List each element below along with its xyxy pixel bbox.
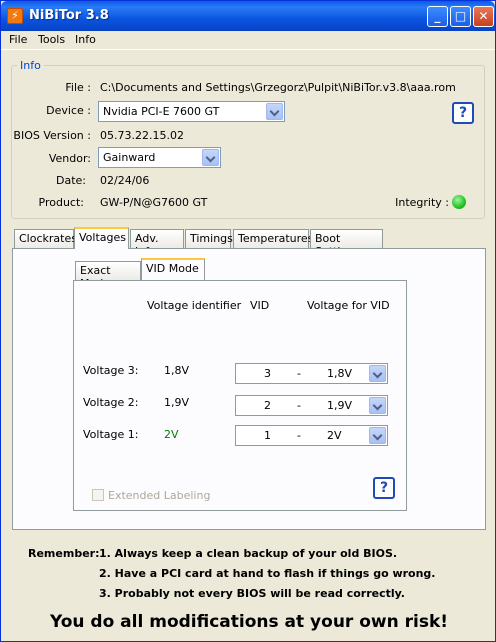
bios-version-value: 05.73.22.15.02 (100, 129, 184, 142)
minimize-button[interactable]: _ (427, 6, 448, 27)
info-group-label: Info (17, 59, 44, 72)
remember-label: Remember: (28, 547, 100, 560)
title-bar[interactable]: ⚡ NiBiTor 3.8 _ □ ✕ (1, 1, 495, 31)
tab-adv-info[interactable]: Adv. Info (130, 229, 184, 258)
bios-version-label: BIOS Version : (13, 129, 91, 142)
voltage-1-identifier: 2V (164, 428, 179, 441)
voltage-3-value: 1,8V (327, 367, 353, 380)
device-help-button[interactable]: ? (452, 102, 474, 124)
voltage-1-value: 2V (327, 429, 342, 442)
device-label: Device : (46, 104, 91, 117)
chevron-down-icon[interactable] (369, 397, 386, 414)
voltage-2-identifier: 1,9V (164, 396, 190, 409)
subtab-exact-mode[interactable]: Exact Mode (75, 261, 141, 290)
tab-temperatures[interactable]: Temperatures (233, 229, 313, 248)
close-button[interactable]: ✕ (473, 6, 494, 27)
voltage-2-value: 1,9V (327, 399, 353, 412)
tab-clockrates[interactable]: Clockrates (14, 229, 77, 248)
remember-note-1: 1. Always keep a clean backup of your ol… (99, 547, 398, 560)
voltage-help-button[interactable]: ? (373, 477, 395, 499)
device-select[interactable]: Nvidia PCI-E 7600 GT (98, 101, 285, 122)
menu-tools[interactable]: Tools (38, 33, 65, 46)
voltage-2-label: Voltage 2: (83, 396, 139, 409)
remember-note-3: 3. Probably not every BIOS will be read … (99, 587, 405, 600)
column-header-vid: VID (250, 299, 270, 312)
extended-labeling-checkbox[interactable] (92, 489, 104, 501)
window-title: NiBiTor 3.8 (29, 8, 109, 23)
file-label: File : (65, 81, 91, 94)
integrity-status-icon (452, 195, 466, 209)
vendor-select[interactable]: Gainward (98, 147, 221, 168)
date-value: 02/24/06 (100, 174, 150, 187)
remember-note-2: 2. Have a PCI card at hand to flash if t… (99, 567, 436, 580)
chevron-down-icon[interactable] (266, 103, 283, 120)
main-window: ⚡ NiBiTor 3.8 _ □ ✕ File Tools Info Info… (0, 0, 496, 642)
tab-timings[interactable]: Timings (185, 229, 233, 248)
vendor-select-value: Gainward (103, 151, 156, 164)
extended-labeling-label: Extended Labeling (108, 489, 211, 502)
voltage-3-vid: 3 (264, 367, 271, 380)
voltage-3-separator: - (297, 367, 301, 380)
voltage-3-identifier: 1,8V (164, 364, 190, 377)
menu-bar: File Tools Info (1, 31, 495, 50)
menu-info[interactable]: Info (75, 33, 96, 46)
chevron-down-icon[interactable] (202, 149, 219, 166)
voltage-1-select[interactable]: 1 - 2V (235, 425, 388, 446)
voltage-3-select[interactable]: 3 - 1,8V (235, 363, 388, 384)
product-label: Product: (38, 196, 84, 209)
tab-voltages[interactable]: Voltages (74, 227, 129, 249)
app-icon: ⚡ (7, 8, 23, 24)
chevron-down-icon[interactable] (369, 427, 386, 444)
date-label: Date: (56, 174, 86, 187)
chevron-down-icon[interactable] (369, 365, 386, 382)
column-header-voltage: Voltage for VID (307, 299, 390, 312)
integrity-label: Integrity : (395, 196, 449, 209)
vendor-label: Vendor: (48, 152, 91, 165)
tab-boot-settings[interactable]: Boot Settings (310, 229, 383, 258)
voltage-3-label: Voltage 3: (83, 364, 139, 377)
maximize-button[interactable]: □ (450, 6, 471, 27)
voltage-2-vid: 2 (264, 399, 271, 412)
device-select-value: Nvidia PCI-E 7600 GT (103, 105, 220, 118)
voltage-1-separator: - (297, 429, 301, 442)
column-header-identifier: Voltage identifier (147, 299, 242, 312)
voltage-2-select[interactable]: 2 - 1,9V (235, 395, 388, 416)
voltage-2-separator: - (297, 399, 301, 412)
product-value: GW-P/N@G7600 GT (100, 196, 208, 209)
menu-file[interactable]: File (9, 33, 27, 46)
voltage-1-label: Voltage 1: (83, 428, 139, 441)
voltage-1-vid: 1 (264, 429, 271, 442)
subtab-vid-mode[interactable]: VID Mode (141, 258, 205, 280)
risk-warning: You do all modifications at your own ris… (49, 612, 449, 632)
file-path: C:\Documents and Settings\Grzegorz\Pulpi… (100, 81, 456, 94)
